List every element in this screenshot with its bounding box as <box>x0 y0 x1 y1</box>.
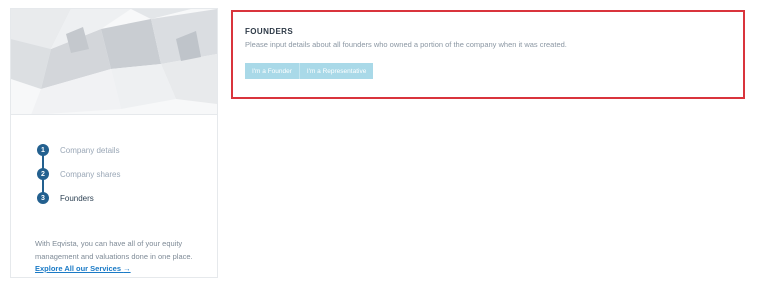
founder-type-toggle: I'm a Founder I'm a Representative <box>245 63 374 79</box>
step-number: 1 <box>37 144 49 156</box>
step-number: 3 <box>37 192 49 204</box>
wizard-sidebar: 1 Company details 2 Company shares 3 Fou… <box>10 8 218 278</box>
hero-graphic <box>11 9 217 115</box>
promo-body: With Eqvista, you can have all of your e… <box>35 239 193 261</box>
geometric-pattern-image <box>11 9 217 114</box>
explore-services-link[interactable]: Explore All our Services → <box>35 264 131 273</box>
im-a-founder-button[interactable]: I'm a Founder <box>245 63 299 79</box>
step-label: Founders <box>60 193 94 203</box>
progress-steps: 1 Company details 2 Company shares 3 Fou… <box>34 141 214 211</box>
im-a-representative-button[interactable]: I'm a Representative <box>298 63 373 79</box>
step-number: 2 <box>37 168 49 180</box>
step-label: Company shares <box>60 169 121 179</box>
founders-panel: FOUNDERS Please input details about all … <box>231 10 745 99</box>
step-founders[interactable]: 3 Founders <box>34 189 94 207</box>
promo-text: With Eqvista, you can have all of your e… <box>35 238 205 276</box>
step-label: Company details <box>60 145 120 155</box>
step-company-shares[interactable]: 2 Company shares <box>34 165 120 183</box>
founders-description: Please input details about all founders … <box>245 40 567 49</box>
founders-title: FOUNDERS <box>245 27 294 36</box>
arrow-right-icon: → <box>123 264 131 273</box>
step-company-details[interactable]: 1 Company details <box>34 141 120 159</box>
explore-services-label: Explore All our Services <box>35 264 122 273</box>
